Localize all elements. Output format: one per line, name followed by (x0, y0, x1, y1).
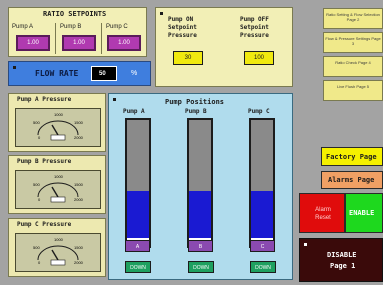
gauge-mark-2000: 2000 (74, 197, 83, 202)
pump-c-pressure-title: Pump C Pressure (17, 221, 72, 228)
pump-positions-title: Pump Positions (165, 98, 225, 106)
gauge-mark-0: 0 (38, 260, 41, 265)
gauge-mark-2000: 2000 (74, 260, 83, 265)
pump-off-setpoint-label: Pump OFF Setpoint Pressure (240, 16, 269, 40)
marker-dot (304, 243, 307, 246)
pump-b-position-fill (189, 191, 211, 238)
marker-dot (160, 12, 163, 15)
pump-b-select-button[interactable]: B (188, 240, 213, 252)
ratio-divider (55, 23, 56, 54)
factory-page-button[interactable]: Factory Page (321, 147, 383, 166)
pump-a-down-button[interactable]: DOWN (125, 261, 151, 273)
ratio-divider (101, 23, 102, 54)
gauge-mark-0: 0 (38, 197, 41, 202)
pump-c-position-label: Pump C (248, 108, 270, 115)
setpoint-pressure-panel: Pump ON Setpoint Pressure Pump OFF Setpo… (155, 7, 293, 87)
ratio-pump-c-input[interactable]: 1.00 (107, 35, 141, 51)
gauge-mark-0: 0 (38, 135, 41, 140)
nav-ratio-setting-page-button[interactable]: Ratio Setting & Flow Selection Page 2 (323, 8, 383, 29)
ratio-pump-c-label: Pump C (106, 24, 128, 30)
gauge-mark-1500: 1500 (74, 120, 83, 125)
gauge-top-mark: 1000 (54, 237, 63, 242)
flow-rate-bar: FLOW RATE 50 % (8, 61, 151, 86)
flow-rate-label: FLOW RATE (35, 69, 79, 78)
gauge-mark-1500: 1500 (74, 245, 83, 250)
pump-b-position-gauge: 2500 (187, 118, 213, 248)
pump-a-pressure-gauge: 1000 500 1500 0 2000 (15, 108, 101, 147)
pump-on-setpoint-label: Pump ON Setpoint Pressure (168, 16, 197, 40)
pump-b-pressure-panel: Pump B Pressure 1000 500 1500 0 2000 (8, 155, 106, 214)
marker-dot (113, 98, 116, 101)
pump-c-pressure-panel: Pump C Pressure 1000 500 1500 0 2000 (8, 218, 106, 277)
gauge-mark-1500: 1500 (74, 182, 83, 187)
nav-flow-pressure-page-button[interactable]: Flow & Pressure Settings Page 3 (323, 32, 383, 53)
ratio-setpoints-title: RATIO SETPOINTS (43, 10, 107, 18)
ratio-pump-a-input[interactable]: 1.00 (16, 35, 50, 51)
pump-off-setpoint-input[interactable]: 100 (244, 51, 274, 65)
gauge-mark-500: 500 (33, 120, 40, 125)
flow-rate-input[interactable]: 50 (91, 66, 117, 81)
pump-b-pressure-title: Pump B Pressure (17, 158, 72, 165)
alarm-reset-button[interactable]: Alarm Reset (299, 193, 345, 233)
pump-a-pressure-panel: Pump A Pressure 1000 500 1500 0 2000 (8, 93, 106, 152)
pump-positions-panel: Pump Positions Pump A Pump B Pump C 2500… (108, 93, 293, 280)
pump-b-pressure-gauge: 1000 500 1500 0 2000 (15, 170, 101, 209)
pump-a-pressure-title: Pump A Pressure (17, 96, 72, 103)
ratio-setpoints-panel: RATIO SETPOINTS Pump A Pump B Pump C 1.0… (8, 7, 147, 57)
nav-ratio-check-page-button[interactable]: Ratio Check Page 4 (323, 56, 383, 77)
pump-on-setpoint-input[interactable]: 30 (173, 51, 203, 65)
gauge-top-mark: 1000 (54, 112, 63, 117)
pump-c-select-button[interactable]: C (250, 240, 275, 252)
gauge-mark-500: 500 (33, 182, 40, 187)
pump-a-position-label: Pump A (123, 108, 145, 115)
ratio-pump-b-input[interactable]: 1.00 (62, 35, 96, 51)
ratio-pump-b-label: Pump B (60, 24, 82, 30)
disable-button[interactable]: DISABLE Page 1 (299, 238, 383, 282)
pump-c-position-fill (251, 191, 273, 238)
pump-a-select-button[interactable]: A (125, 240, 150, 252)
alarms-page-button[interactable]: Alarms Page (321, 171, 383, 189)
pump-b-down-button[interactable]: DOWN (188, 261, 214, 273)
enable-button[interactable]: ENABLE (345, 193, 383, 233)
marker-dot (13, 66, 16, 69)
pump-b-position-label: Pump B (185, 108, 207, 115)
pump-c-down-button[interactable]: DOWN (250, 261, 276, 273)
pump-c-pressure-gauge: 1000 500 1500 0 2000 (15, 233, 101, 272)
gauge-top-mark: 1000 (54, 174, 63, 179)
pump-a-position-gauge: 2500 (125, 118, 151, 248)
nav-live-flush-page-button[interactable]: Live Flush Page 5 (323, 80, 383, 101)
pump-a-position-fill (127, 191, 149, 238)
ratio-pump-a-label: Pump A (12, 24, 34, 30)
flow-rate-unit: % (131, 70, 138, 77)
gauge-mark-500: 500 (33, 245, 40, 250)
gauge-mark-2000: 2000 (74, 135, 83, 140)
pump-c-position-gauge: 2500 (249, 118, 275, 248)
